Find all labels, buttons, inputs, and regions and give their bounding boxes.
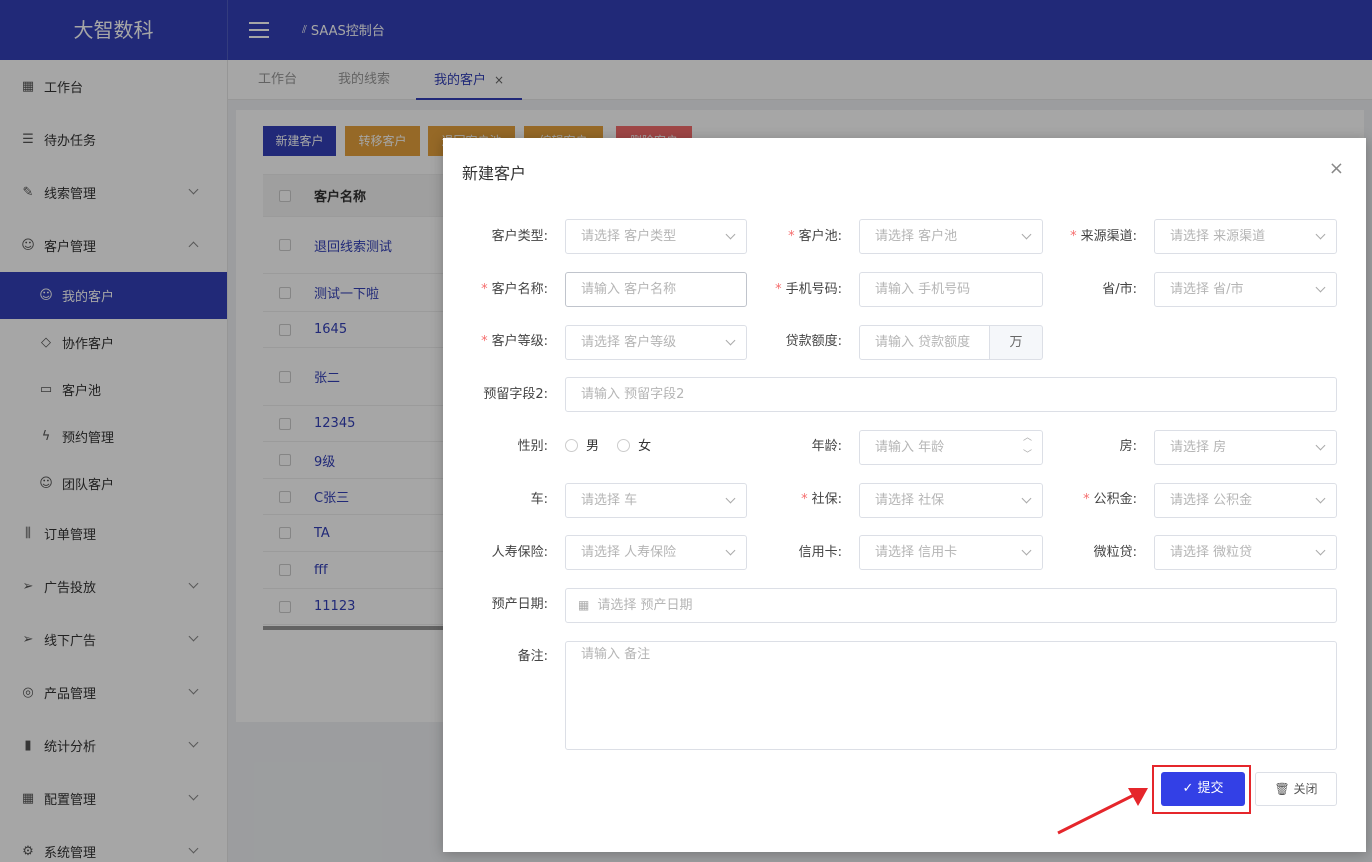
source-label: * 来源渠道: (1070, 229, 1137, 244)
social-label: * 社保: (801, 492, 842, 507)
trash-icon: 🗑 (1274, 782, 1290, 796)
social-select[interactable]: 请选择 社保 (859, 483, 1043, 518)
car-select[interactable]: 请选择 车 (565, 483, 747, 518)
level-select[interactable]: 请选择 客户等级 (565, 325, 747, 360)
remark-label: 备注: (517, 649, 548, 664)
weili-label: 微粒贷: (1093, 545, 1137, 560)
phone-label: * 手机号码: (775, 282, 842, 297)
level-label: * 客户等级: (481, 334, 548, 349)
gender-male-radio[interactable]: 男 (565, 439, 599, 454)
chevron-down-icon (1315, 282, 1326, 293)
customer-type-label: 客户类型: (491, 229, 548, 244)
remark-textarea[interactable]: 请输入 备注 (565, 641, 1337, 750)
credit-select[interactable]: 请选择 信用卡 (859, 535, 1043, 570)
fund-select[interactable]: 请选择 公积金 (1154, 483, 1337, 518)
loan-input[interactable]: 请输入 贷款额度 (859, 325, 990, 360)
house-select[interactable]: 请选择 房 (1154, 430, 1337, 465)
reserve2-label: 预留字段2: (483, 387, 548, 402)
dialog-title: 新建客户 (462, 164, 527, 183)
chevron-down-icon (1315, 229, 1326, 240)
credit-label: 信用卡: (798, 545, 842, 560)
gender-female-radio[interactable]: 女 (617, 439, 651, 454)
due-date-picker[interactable]: ▦ 请选择 预产日期 (565, 588, 1337, 623)
annotation-arrow-icon (1057, 788, 1148, 835)
reserve2-input[interactable]: 请输入 预留字段2 (565, 377, 1337, 412)
customer-name-input[interactable]: 请输入 客户名称 (565, 272, 747, 307)
age-input[interactable]: 请输入 年龄 ︿ ﹀ (859, 430, 1043, 465)
source-select[interactable]: 请选择 来源渠道 (1154, 219, 1337, 254)
weili-select[interactable]: 请选择 微粒贷 (1154, 535, 1337, 570)
submit-highlight-box (1152, 765, 1251, 814)
customer-name-label: * 客户名称: (481, 282, 548, 297)
car-label: 车: (530, 492, 548, 507)
due-date-label: 预产日期: (491, 597, 548, 612)
pool-select[interactable]: 请选择 客户池 (859, 219, 1043, 254)
customer-type-select[interactable]: 请选择 客户类型 (565, 219, 747, 254)
gender-label: 性别: (517, 439, 548, 454)
phone-input[interactable]: 请输入 手机号码 (859, 272, 1043, 307)
insurance-label: 人寿保险: (491, 545, 548, 560)
loan-label: 贷款额度: (785, 334, 842, 349)
age-label: 年龄: (811, 439, 842, 454)
calendar-icon: ▦ (578, 598, 590, 612)
chevron-down-icon (1315, 545, 1326, 556)
chevron-down-icon (1315, 493, 1326, 504)
new-customer-dialog: 新建客户 × 客户类型: 请选择 客户类型 * 客户池: 请选择 客户池 * 来源渠… (443, 138, 1366, 852)
chevron-down-icon (1315, 440, 1326, 451)
house-label: 房: (1119, 439, 1137, 454)
loan-unit: 万 (989, 325, 1043, 360)
insurance-select[interactable]: 请选择 人寿保险 (565, 535, 747, 570)
gender-radio-group: 男 女 (565, 430, 651, 464)
pool-label: * 客户池: (788, 229, 842, 244)
close-button[interactable]: 🗑 关闭 (1255, 772, 1337, 806)
province-select[interactable]: 请选择 省/市 (1154, 272, 1337, 307)
close-icon[interactable]: × (1329, 158, 1344, 179)
province-label: 省/市: (1102, 282, 1137, 297)
fund-label: * 公积金: (1083, 492, 1137, 507)
